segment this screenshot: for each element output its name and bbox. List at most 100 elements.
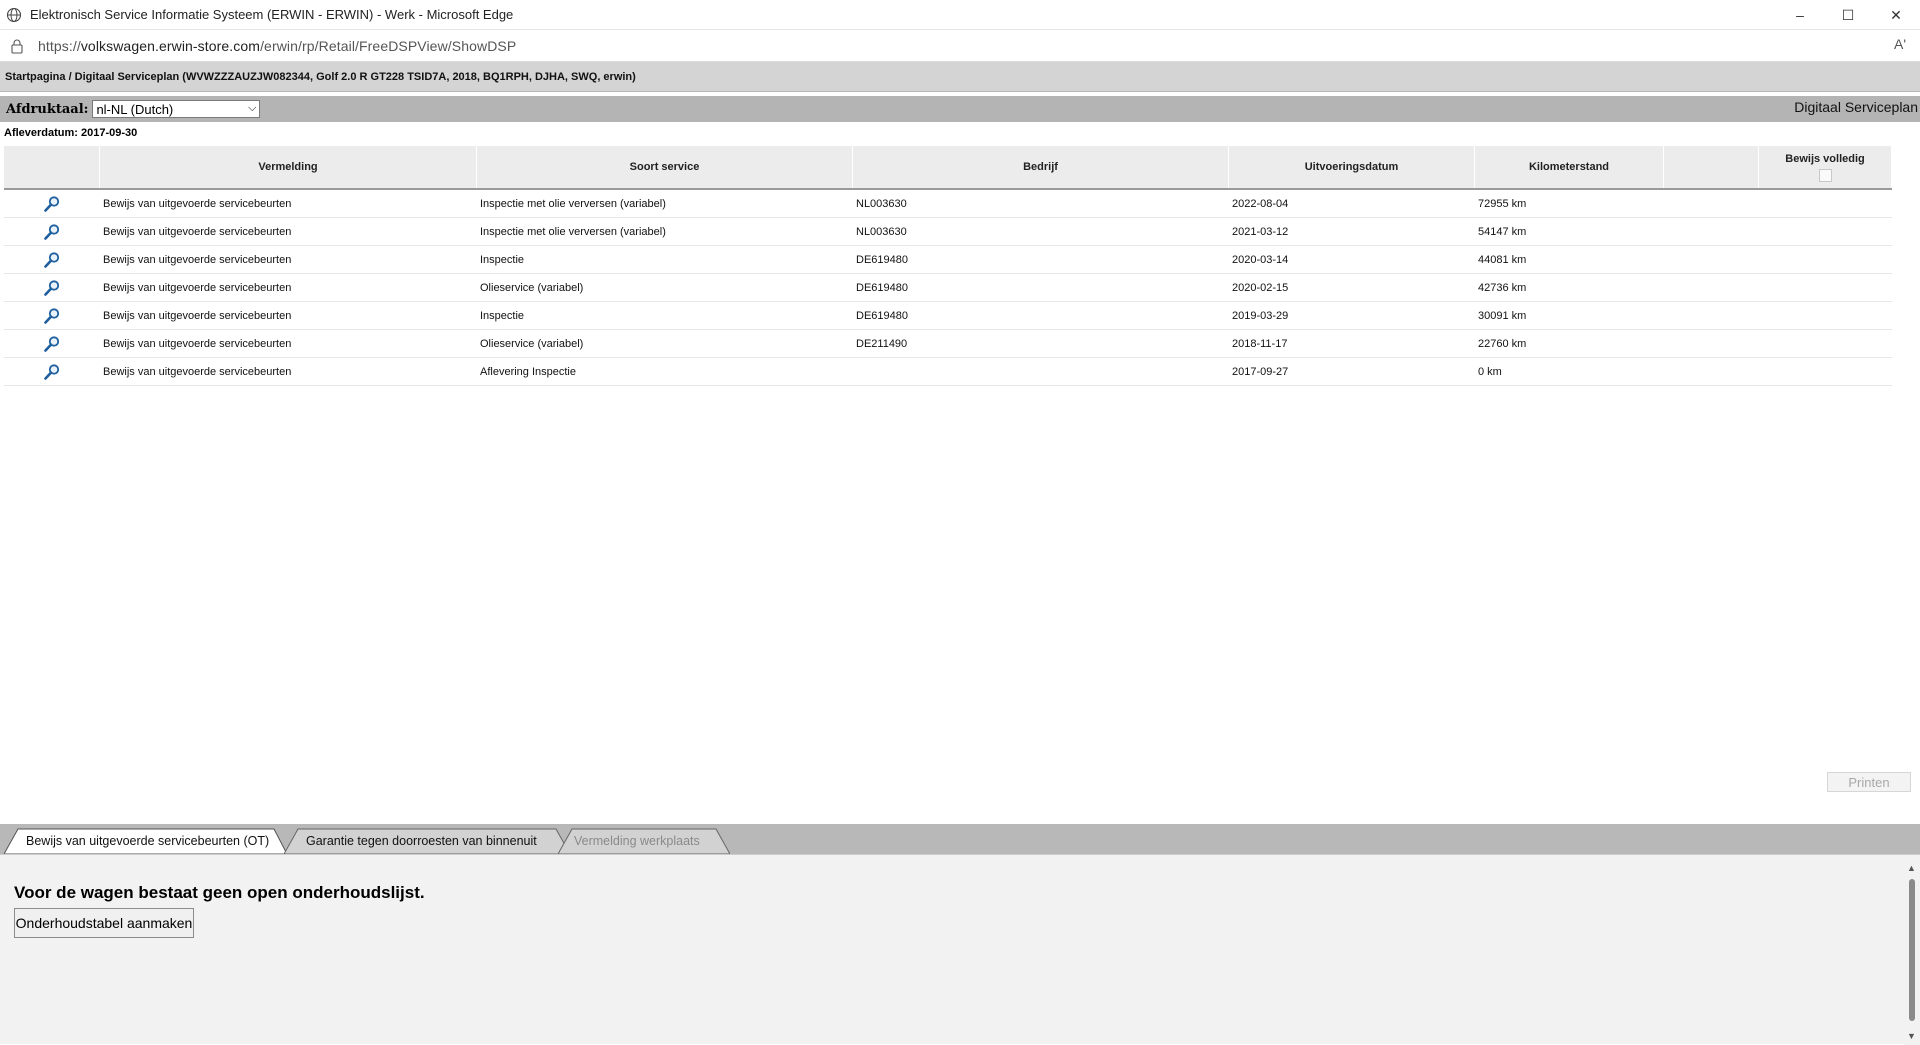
magnifier-icon[interactable]: [43, 279, 61, 297]
cell-kilometerstand: 30091 km: [1478, 309, 1527, 322]
row-details-button[interactable]: [4, 307, 100, 325]
cell-uitvoeringsdatum: 2021-03-12: [1232, 225, 1289, 238]
cell-kilometerstand: 54147 km: [1478, 225, 1527, 238]
url-path: /erwin/rp/Retail/FreeDSPView/ShowDSP: [260, 37, 517, 54]
cell-uitvoeringsdatum: 2018-11-17: [1232, 337, 1288, 350]
url-text[interactable]: https://volkswagen.erwin-store.com/erwin…: [38, 38, 516, 54]
window-titlebar: Elektronisch Service Informatie Systeem …: [0, 0, 1920, 30]
maximize-button[interactable]: ☐: [1824, 0, 1872, 30]
header-uitvoeringsdatum[interactable]: Uitvoeringsdatum: [1229, 146, 1475, 188]
bewijs-volledig-checkbox[interactable]: [1818, 168, 1832, 182]
cell-soort-service: Inspectie met olie verversen (variabel): [480, 225, 666, 238]
print-language-select[interactable]: nl-NL (Dutch) ⌵: [92, 100, 261, 118]
cell-vermelding: Bewijs van uitgevoerde servicebeurten: [103, 337, 292, 350]
print-button[interactable]: Printen: [1827, 772, 1911, 792]
scroll-up-icon[interactable]: ▲: [1907, 863, 1916, 873]
scroll-down-icon[interactable]: ▼: [1907, 1031, 1916, 1041]
magnifier-icon[interactable]: [43, 251, 61, 269]
cell-bedrijf: DE619480: [856, 253, 908, 266]
row-details-button[interactable]: [4, 195, 100, 213]
minimize-button[interactable]: –: [1776, 0, 1824, 30]
tab-vermelding-werkplaats[interactable]: Vermelding werkplaats: [558, 828, 730, 854]
table-body: Bewijs van uitgevoerde servicebeurten Ins…: [4, 190, 1892, 386]
tab-label: Garantie tegen doorroesten van binnenuit: [306, 834, 537, 848]
cell-kilometerstand: 44081 km: [1478, 253, 1527, 266]
magnifier-icon[interactable]: [43, 223, 61, 241]
cell-soort-service: Olieservice (variabel): [480, 337, 584, 350]
cell-vermelding: Bewijs van uitgevoerde servicebeurten: [103, 309, 292, 322]
header-icon-col: [4, 146, 100, 188]
create-maintenance-table-button[interactable]: Onderhoudstabel aanmaken: [14, 908, 194, 938]
header-bewijs-volledig-label: Bewijs volledig: [1785, 152, 1865, 165]
cell-bedrijf: NL003630: [856, 225, 907, 238]
cell-bedrijf: DE619480: [856, 309, 908, 322]
tab-bar: Bewijs van uitgevoerde servicebeurten (O…: [0, 824, 1920, 854]
cell-bedrijf: DE619480: [856, 281, 908, 294]
cell-vermelding: Bewijs van uitgevoerde servicebeurten: [103, 225, 292, 238]
cell-uitvoeringsdatum: 2019-03-29: [1232, 309, 1289, 322]
magnifier-icon[interactable]: [43, 363, 61, 381]
tab-garantie-doorroesten[interactable]: Garantie tegen doorroesten van binnenuit: [284, 828, 570, 854]
header-vermelding[interactable]: Vermelding: [100, 146, 477, 188]
table-row[interactable]: Bewijs van uitgevoerde servicebeurten Oli…: [4, 274, 1892, 302]
cell-soort-service: Inspectie: [480, 309, 525, 322]
cell-vermelding: Bewijs van uitgevoerde servicebeurten: [103, 253, 292, 266]
window-title: Elektronisch Service Informatie Systeem …: [30, 7, 514, 22]
close-button[interactable]: ✕: [1872, 0, 1920, 30]
header-soort-service[interactable]: Soort service: [477, 146, 853, 188]
globe-icon: [6, 7, 22, 22]
page-title: Digitaal Serviceplan: [1794, 99, 1918, 115]
header-bedrijf[interactable]: Bedrijf: [853, 146, 1229, 188]
breadcrumb: Startpagina / Digitaal Serviceplan (WVWZ…: [0, 62, 1920, 92]
cell-soort-service: Aflevering Inspectie: [480, 365, 576, 378]
cell-vermelding: Bewijs van uitgevoerde servicebeurten: [103, 197, 292, 210]
header-empty: [1664, 146, 1759, 188]
cell-bedrijf: DE211490: [856, 337, 908, 350]
cell-soort-service: Inspectie met olie verversen (variabel): [480, 197, 666, 210]
cell-vermelding: Bewijs van uitgevoerde servicebeurten: [103, 365, 292, 378]
table-row[interactable]: Bewijs van uitgevoerde servicebeurten Ins…: [4, 190, 1892, 218]
address-bar[interactable]: https://volkswagen.erwin-store.com/erwin…: [0, 30, 1920, 62]
cell-bedrijf: NL003630: [856, 197, 907, 210]
table-header: Vermelding Soort service Bedrijf Uitvoer…: [4, 146, 1892, 190]
cell-uitvoeringsdatum: 2020-03-14: [1232, 253, 1289, 266]
cell-uitvoeringsdatum: 2017-09-27: [1232, 365, 1289, 378]
cell-uitvoeringsdatum: 2020-02-15: [1232, 281, 1289, 294]
cell-vermelding: Bewijs van uitgevoerde servicebeurten: [103, 281, 292, 294]
window-controls: – ☐ ✕: [1776, 0, 1920, 30]
magnifier-icon[interactable]: [43, 195, 61, 213]
tab-bewijs-servicebeurten[interactable]: Bewijs van uitgevoerde servicebeurten (O…: [4, 828, 287, 854]
row-details-button[interactable]: [4, 223, 100, 241]
header-bewijs-volledig: Bewijs volledig: [1759, 146, 1892, 188]
scroll-thumb[interactable]: [1909, 879, 1915, 1021]
table-row[interactable]: Bewijs van uitgevoerde servicebeurten Ins…: [4, 246, 1892, 274]
print-language-bar: Afdruktaal: nl-NL (Dutch) ⌵ Digitaal Ser…: [0, 96, 1920, 122]
chevron-down-icon: ⌵: [248, 102, 257, 114]
table-row[interactable]: Bewijs van uitgevoerde servicebeurten Oli…: [4, 330, 1892, 358]
cell-soort-service: Inspectie: [480, 253, 525, 266]
magnifier-icon[interactable]: [43, 307, 61, 325]
lock-icon[interactable]: [10, 38, 24, 54]
delivery-date: Afleverdatum: 2017-09-30: [4, 127, 138, 139]
print-language-label: Afdruktaal:: [6, 101, 89, 117]
read-aloud-icon[interactable]: Aʹ: [1894, 36, 1906, 52]
cell-kilometerstand: 42736 km: [1478, 281, 1527, 294]
maintenance-panel: Voor de wagen bestaat geen open onderhou…: [0, 854, 1920, 1045]
print-language-value: nl-NL (Dutch): [96, 101, 174, 117]
tab-label: Vermelding werkplaats: [574, 834, 700, 848]
row-details-button[interactable]: [4, 251, 100, 269]
magnifier-icon[interactable]: [43, 335, 61, 353]
table-row[interactable]: Bewijs van uitgevoerde servicebeurten Ins…: [4, 302, 1892, 330]
cell-uitvoeringsdatum: 2022-08-04: [1232, 197, 1289, 210]
table-row[interactable]: Bewijs van uitgevoerde servicebeurten Afl…: [4, 358, 1892, 386]
url-prefix: https://: [38, 37, 81, 54]
table-row[interactable]: Bewijs van uitgevoerde servicebeurten Ins…: [4, 218, 1892, 246]
row-details-button[interactable]: [4, 335, 100, 353]
header-kilometerstand[interactable]: Kilometerstand: [1475, 146, 1664, 188]
row-details-button[interactable]: [4, 279, 100, 297]
cell-soort-service: Olieservice (variabel): [480, 281, 584, 294]
row-details-button[interactable]: [4, 363, 100, 381]
panel-scrollbar[interactable]: ▲ ▼: [1904, 855, 1920, 1045]
url-host: volkswagen.erwin-store.com: [80, 37, 261, 54]
no-maintenance-message: Voor de wagen bestaat geen open onderhou…: [14, 883, 425, 902]
